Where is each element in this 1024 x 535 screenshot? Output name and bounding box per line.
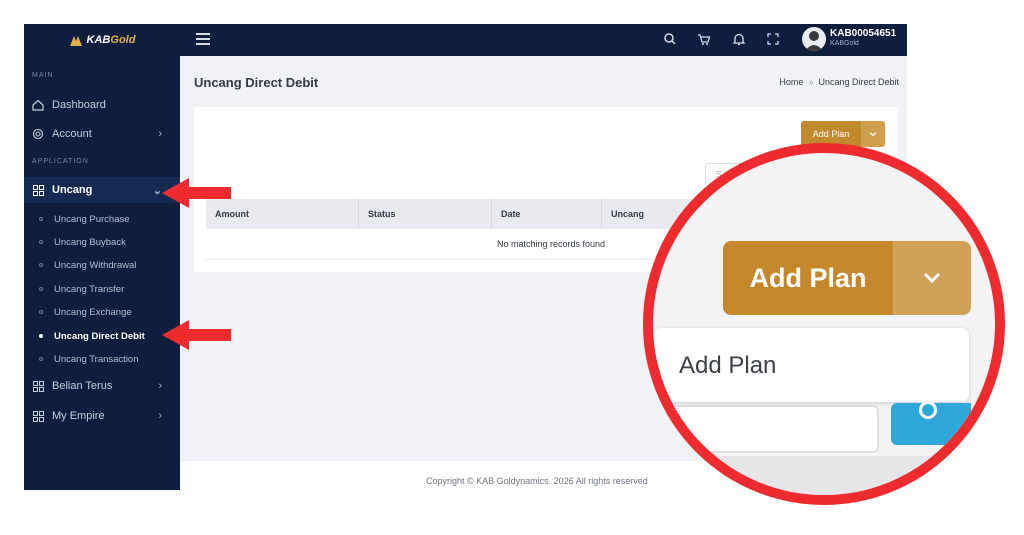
sidebar-subitem-label: Uncang Transaction (54, 353, 139, 365)
sidebar-subitem-uncang-purchase[interactable]: Uncang Purchase (24, 209, 180, 229)
sidebar-subitem-label: Uncang Buyback (54, 236, 126, 248)
sidebar-subitem-label: Uncang Direct Debit (54, 330, 145, 342)
breadcrumb-home[interactable]: Home (779, 77, 803, 87)
zoomed-dropdown-toggle (893, 241, 971, 315)
zoomed-dropdown-menu: Add Plan (653, 328, 969, 402)
sidebar-subitem-uncang-direct-debit[interactable]: Uncang Direct Debit (24, 326, 180, 346)
section-label-application: APPLICATION (32, 158, 89, 165)
sidebar-subitem-uncang-transfer[interactable]: Uncang Transfer (24, 279, 180, 299)
sidebar-subitem-label: Uncang Purchase (54, 213, 130, 225)
user-name: KABGold (830, 40, 859, 47)
column-header-status[interactable]: Status (359, 199, 492, 229)
page-title: Uncang Direct Debit (194, 75, 319, 90)
sidebar-item-my-empire[interactable]: My Empire › (24, 403, 180, 429)
zoomed-search-button (891, 401, 971, 445)
bullet-icon (39, 357, 43, 361)
column-header-date[interactable]: Date (492, 199, 602, 229)
cart-icon[interactable] (696, 31, 712, 47)
sidebar-subitem-uncang-exchange[interactable]: Uncang Exchange (24, 302, 180, 322)
bullet-icon (39, 310, 43, 314)
fingerprint-icon (32, 128, 44, 140)
user-id[interactable]: KAB00054651 (830, 28, 896, 39)
sidebar-item-dashboard[interactable]: Dashboard (24, 92, 180, 118)
grid-icon (32, 184, 44, 196)
zoomed-add-plan-button: Add Plan (723, 241, 893, 315)
logo-mark-icon (69, 36, 82, 46)
menu-icon[interactable] (196, 33, 210, 45)
zoomed-menu-item-add-plan[interactable]: Add Plan (679, 352, 776, 380)
chevron-right-icon: › (158, 410, 162, 422)
topbar: KAB00054651 KABGold (180, 24, 907, 56)
bullet-icon (39, 334, 43, 338)
footer-copyright: Copyright © KAB Goldynamics. 2026 All ri… (426, 476, 648, 486)
sidebar-subitem-uncang-withdrawal[interactable]: Uncang Withdrawal (24, 255, 180, 275)
zoom-callout: Add Plan Add Plan (643, 143, 1005, 505)
search-icon (919, 401, 937, 419)
sidebar-item-label: Dashboard (52, 99, 106, 111)
sidebar-item-uncang[interactable]: Uncang ⌄ (24, 177, 180, 203)
sidebar-item-account[interactable]: Account › (24, 121, 180, 147)
sidebar-subitem-uncang-transaction[interactable]: Uncang Transaction (24, 349, 180, 369)
chevron-right-icon: › (158, 380, 162, 392)
sidebar-item-belian-terus[interactable]: Belian Terus › (24, 373, 180, 399)
sidebar-item-label: Belian Terus (52, 380, 113, 392)
home-icon (32, 99, 44, 111)
annotation-arrow-direct-debit (162, 320, 231, 350)
sidebar-subitem-label: Uncang Exchange (54, 306, 132, 318)
sidebar-subitem-uncang-buyback[interactable]: Uncang Buyback (24, 232, 180, 252)
bullet-icon (39, 287, 43, 291)
zoomed-background (653, 456, 995, 495)
add-plan-dropdown-toggle[interactable] (861, 121, 885, 147)
sidebar-item-label: Uncang (52, 184, 93, 196)
sidebar-subitem-label: Uncang Transfer (54, 283, 125, 295)
zoomed-search-field (653, 405, 879, 453)
breadcrumb-current: Uncang Direct Debit (818, 77, 899, 87)
breadcrumb: Home » Uncang Direct Debit (779, 77, 899, 87)
bell-icon[interactable] (731, 31, 747, 47)
sidebar-item-label: Account (52, 128, 92, 140)
brand-logo[interactable]: KABGold (24, 24, 180, 56)
search-icon[interactable] (662, 31, 678, 47)
breadcrumb-separator: » (808, 77, 814, 87)
user-avatar-icon (805, 31, 823, 51)
logo-text: KABGold (86, 34, 136, 46)
fullscreen-icon[interactable] (765, 31, 781, 47)
annotation-arrow-uncang (162, 178, 231, 208)
grid-icon (32, 410, 44, 422)
chevron-right-icon: › (158, 128, 162, 140)
sidebar: KABGold MAIN Dashboard Account › APPLICA… (24, 24, 180, 490)
bullet-icon (39, 240, 43, 244)
sidebar-item-label: My Empire (52, 410, 105, 422)
section-label-main: MAIN (32, 72, 54, 79)
avatar[interactable] (802, 27, 826, 51)
bullet-icon (39, 263, 43, 267)
sidebar-subitem-label: Uncang Withdrawal (54, 259, 137, 271)
grid-icon (32, 380, 44, 392)
bullet-icon (39, 217, 43, 221)
chevron-down-icon (869, 132, 877, 137)
chevron-down-icon (923, 272, 941, 284)
